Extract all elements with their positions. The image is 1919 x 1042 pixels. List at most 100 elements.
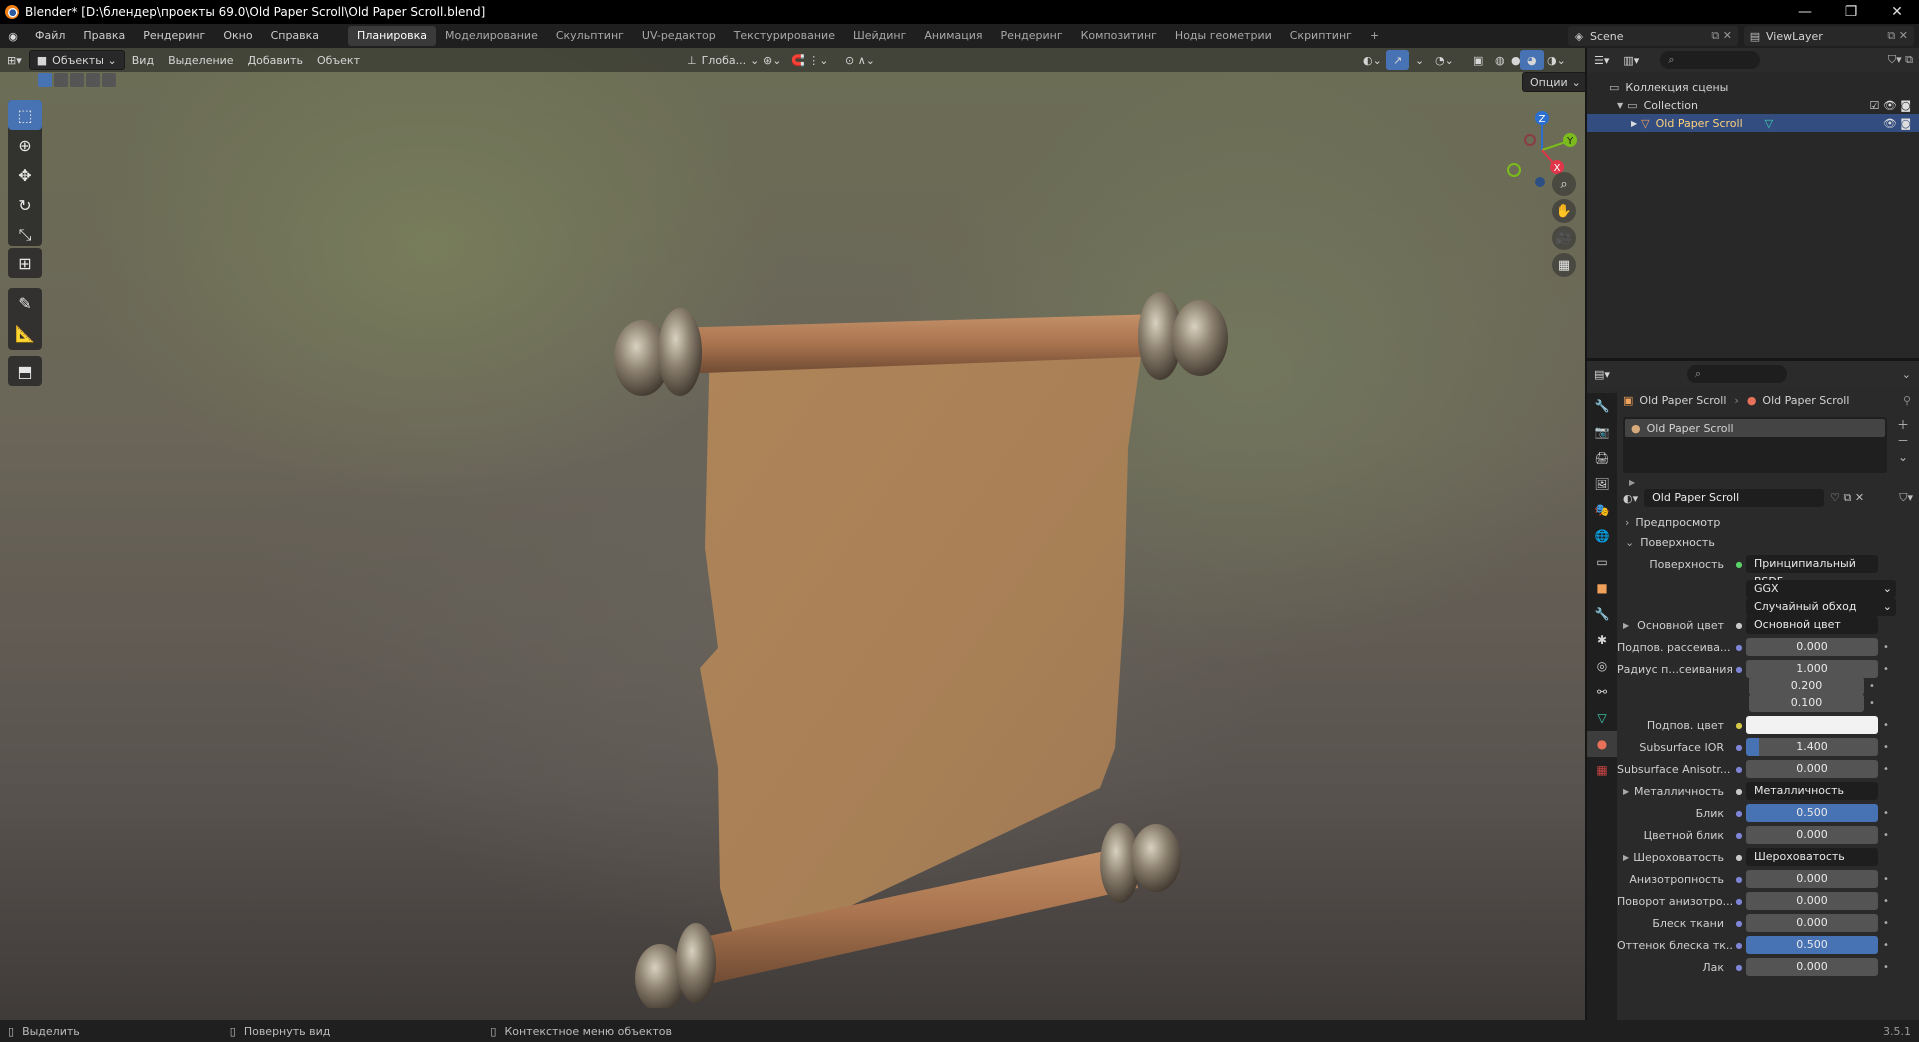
move-tool-icon[interactable]: ✥: [8, 160, 42, 190]
tab-scripting[interactable]: Скриптинг: [1281, 26, 1361, 46]
filter-icon[interactable]: ⛉▾ ⧉: [1888, 53, 1919, 67]
scale-tool-icon[interactable]: ⤡: [8, 220, 42, 250]
linked-input-field[interactable]: Основной цвет: [1746, 616, 1878, 634]
tab-sculpting[interactable]: Скульптинг: [547, 26, 633, 46]
mode-selector[interactable]: ■ Объекты ⌄: [28, 50, 125, 70]
keyframe-dot-icon[interactable]: •: [1878, 918, 1894, 929]
preview-section-header[interactable]: › Предпросмотр: [1617, 511, 1919, 533]
view-layer-selector[interactable]: ▤ ViewLayer ⧉ ✕: [1744, 26, 1914, 46]
tab-animation[interactable]: Анимация: [915, 26, 991, 46]
menu-object[interactable]: Объект: [310, 50, 367, 70]
expand-arrow-icon[interactable]: ▶: [1629, 478, 1635, 487]
tab-compositing[interactable]: Композитинг: [1072, 26, 1166, 46]
expand-arrow-icon[interactable]: ▼: [1617, 101, 1623, 110]
select-invert-icon[interactable]: [86, 73, 100, 87]
number-field[interactable]: 0.000: [1746, 870, 1878, 888]
minimize-button[interactable]: —: [1782, 0, 1828, 24]
perspective-grid-icon[interactable]: ▦: [1552, 253, 1576, 277]
close-button[interactable]: ✕: [1874, 0, 1919, 24]
tab-collection-icon[interactable]: ▭: [1587, 549, 1617, 575]
keyframe-dot-icon[interactable]: •: [1878, 808, 1894, 819]
tab-data-icon[interactable]: ▽: [1587, 705, 1617, 731]
transform-orientation[interactable]: ⊥ Глоба... ⌄: [680, 50, 766, 70]
expand-arrow-icon[interactable]: ▶: [1631, 119, 1637, 128]
measure-tool-icon[interactable]: 📐: [8, 318, 42, 348]
zoom-icon[interactable]: ⌕: [1552, 172, 1576, 196]
number-field[interactable]: 0.500: [1746, 936, 1878, 954]
tab-uv-editing[interactable]: UV-редактор: [633, 26, 725, 46]
outliner-row-collection[interactable]: ▼ ▭ Collection ☑ 👁 ◙: [1587, 96, 1919, 114]
expand-arrow-icon[interactable]: ▶: [1623, 787, 1629, 796]
overlay-toggle-icon[interactable]: ◔⌄: [1428, 50, 1461, 70]
pin-icon[interactable]: ⚲: [1903, 394, 1919, 407]
outliner-search-field[interactable]: ⌕: [1660, 51, 1761, 69]
slot-buttons[interactable]: ＋－ ⌄: [1893, 417, 1913, 465]
tab-texture-icon[interactable]: ▦: [1587, 757, 1617, 783]
tab-view-layer-icon[interactable]: 🖼: [1587, 471, 1617, 497]
material-browse-icon[interactable]: ◐▾: [1623, 492, 1638, 505]
keyframe-dot-icon[interactable]: •: [1878, 742, 1894, 753]
pan-hand-icon[interactable]: ✋: [1552, 199, 1576, 223]
number-field[interactable]: 0.000: [1746, 914, 1878, 932]
properties-editor-type-icon[interactable]: ▤▾: [1587, 364, 1617, 384]
number-field[interactable]: 0.000: [1746, 892, 1878, 910]
collection-visibility-icons[interactable]: ☑ 👁 ◙: [1870, 99, 1912, 112]
menu-add[interactable]: Добавить: [241, 50, 310, 70]
tab-rendering[interactable]: Рендеринг: [992, 26, 1072, 46]
tab-modeling[interactable]: Моделирование: [436, 26, 547, 46]
tab-render-icon[interactable]: 📷: [1587, 419, 1617, 445]
expand-arrow-icon[interactable]: ▶: [1623, 853, 1629, 862]
number-field[interactable]: 0.500: [1746, 804, 1878, 822]
transform-tool-icon[interactable]: ⊞: [8, 248, 42, 278]
select-intersect-icon[interactable]: [102, 73, 116, 87]
proportional-edit-icon[interactable]: ⊙ ∧⌄: [838, 50, 882, 70]
tab-scene-icon[interactable]: 🎭: [1587, 497, 1617, 523]
tab-material-icon[interactable]: ●: [1587, 731, 1617, 757]
select-new-icon[interactable]: [38, 73, 52, 87]
scene-selector[interactable]: ◈ Scene ⧉ ✕: [1568, 26, 1738, 46]
gizmo-toggle-icon[interactable]: ↗: [1386, 50, 1410, 70]
menu-window[interactable]: Окно: [214, 24, 261, 48]
outliner-row-object[interactable]: ▶ ▽ Old Paper Scroll ▽ 👁 ◙: [1587, 114, 1919, 132]
menu-view[interactable]: Вид: [125, 50, 161, 70]
keyframe-dot-icon[interactable]: •: [1878, 830, 1894, 841]
editor-type-icon[interactable]: ⊞▾: [0, 50, 29, 70]
gizmo-neg-y[interactable]: [1507, 163, 1521, 177]
number-field[interactable]: 0.000: [1746, 826, 1878, 844]
menu-select[interactable]: Выделение: [161, 50, 241, 70]
tab-texture-paint[interactable]: Текстурирование: [725, 26, 844, 46]
chevron-down-icon[interactable]: ⌄: [1902, 368, 1919, 381]
keyframe-dot-icon[interactable]: •: [1864, 681, 1880, 692]
add-cube-tool-icon[interactable]: ⬒: [8, 356, 42, 386]
keyframe-dot-icon[interactable]: •: [1878, 940, 1894, 951]
keyframe-dot-icon[interactable]: •: [1878, 896, 1894, 907]
cursor-tool-icon[interactable]: ⊕: [8, 130, 42, 160]
tab-object-icon[interactable]: ■: [1587, 575, 1617, 601]
expand-arrow-icon[interactable]: ▶: [1623, 621, 1629, 630]
keyframe-dot-icon[interactable]: •: [1864, 698, 1880, 709]
select-subtract-icon[interactable]: [70, 73, 84, 87]
tab-tool-icon[interactable]: 🔧: [1587, 393, 1617, 419]
blender-menu-icon[interactable]: ◉: [0, 30, 26, 43]
tab-physics-icon[interactable]: ◎: [1587, 653, 1617, 679]
outliner-editor-type-icon[interactable]: ☰▾: [1587, 50, 1616, 70]
tab-modifiers-icon[interactable]: 🔧: [1587, 601, 1617, 627]
properties-search-field[interactable]: ⌕: [1686, 365, 1787, 383]
number-field[interactable]: 1.400: [1746, 738, 1878, 756]
menu-edit[interactable]: Правка: [74, 24, 134, 48]
outliner-row-scene-collection[interactable]: ▭ Коллекция сцены: [1587, 78, 1919, 96]
tab-geometry-nodes[interactable]: Ноды геометрии: [1166, 26, 1281, 46]
camera-icon[interactable]: 🎥: [1552, 226, 1576, 250]
xray-toggle-icon[interactable]: ▣: [1466, 50, 1490, 70]
select-extend-icon[interactable]: [54, 73, 68, 87]
keyframe-dot-icon[interactable]: •: [1878, 720, 1894, 731]
tab-output-icon[interactable]: 🖨: [1587, 445, 1617, 471]
tab-constraints-icon[interactable]: ⚯: [1587, 679, 1617, 705]
rotate-tool-icon[interactable]: ↻: [8, 190, 42, 220]
object-visibility-icons[interactable]: 👁 ◙: [1883, 117, 1911, 130]
menu-file[interactable]: Файл: [26, 24, 74, 48]
keyframe-dot-icon[interactable]: •: [1878, 764, 1894, 775]
fake-user-icon[interactable]: ♡ ⧉ ✕: [1830, 491, 1864, 505]
shading-rendered-icon[interactable]: ◑⌄: [1540, 50, 1573, 70]
visibility-icon[interactable]: ◐⌄: [1356, 50, 1389, 70]
